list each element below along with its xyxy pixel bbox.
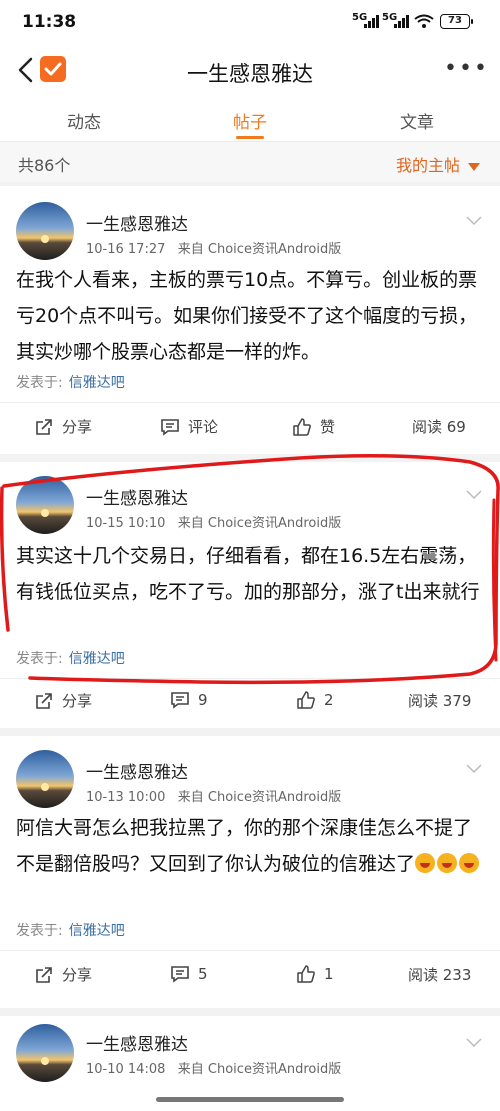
filter-label: 我的主帖	[395, 156, 460, 175]
post-card[interactable]: 一生感恩雅达 10-16 17:27 来自 Choice资讯Android版 在…	[0, 186, 500, 454]
post-date: 10-13 10:00	[86, 790, 166, 805]
comment-button[interactable]: 5	[170, 964, 208, 984]
like-icon	[297, 691, 315, 709]
share-button[interactable]: 分享	[34, 964, 92, 985]
like-button[interactable]: 赞	[292, 416, 335, 437]
triangle-down-icon	[468, 162, 480, 171]
comment-icon	[171, 692, 189, 709]
like-count: 2	[324, 691, 334, 709]
status-bar: 11:38 5G 5G 73	[0, 0, 500, 44]
share-button[interactable]: 分享	[34, 690, 92, 711]
avatar[interactable]	[16, 476, 74, 534]
posted-label: 发表于:	[16, 375, 63, 391]
divider	[0, 402, 500, 403]
username[interactable]: 一生感恩雅达	[86, 758, 188, 783]
like-label: 赞	[320, 418, 336, 436]
read-count-label: 阅读 69	[412, 418, 466, 436]
comment-icon	[161, 418, 179, 436]
divider	[0, 950, 500, 951]
forum-link[interactable]: 信雅达吧	[69, 651, 125, 667]
post-source: 来自 Choice资讯Android版	[177, 516, 342, 531]
nav-bar: 一生感恩雅达 •••	[0, 44, 500, 96]
posted-label: 发表于:	[16, 651, 63, 667]
more-icon[interactable]: •••	[444, 56, 489, 81]
signal-icon	[364, 15, 380, 28]
comment-label: 评论	[188, 418, 219, 436]
like-icon	[297, 965, 315, 983]
post-source: 来自 Choice资讯Android版	[177, 242, 342, 257]
read-count: 阅读 379	[408, 690, 471, 711]
post-card[interactable]: 一生感恩雅达 10-15 10:10 来自 Choice资讯Android版 其…	[0, 462, 500, 728]
posted-label: 发表于:	[16, 923, 63, 939]
chevron-down-icon[interactable]	[466, 764, 482, 774]
battery-indicator: 73	[440, 14, 473, 29]
comment-count: 9	[198, 691, 208, 709]
count-bar: 共86个 我的主帖	[0, 142, 500, 182]
share-label: 分享	[62, 692, 93, 710]
post-card[interactable]: 一生感恩雅达 10-13 10:00 来自 Choice资讯Android版 阿…	[0, 736, 500, 1008]
wifi-icon	[414, 14, 434, 28]
read-count-label: 阅读 379	[408, 692, 472, 710]
divider	[0, 678, 500, 679]
post-text: 阿信大哥怎么把我拉黑了，你的那个深康佳怎么不提了不是翻倍股吗？又回到了你认为破位…	[16, 810, 486, 882]
comment-button[interactable]: 评论	[160, 416, 218, 437]
post-text: 其实这十几个交易日，仔细看看，都在16.5左右震荡，有钱低位买点，吃不了亏。加的…	[16, 545, 480, 603]
share-label: 分享	[62, 966, 93, 984]
forum-link[interactable]: 信雅达吧	[69, 923, 125, 939]
post-meta: 10-10 14:08 来自 Choice资讯Android版	[86, 1058, 341, 1077]
like-icon	[293, 417, 311, 436]
comment-count: 5	[198, 965, 208, 983]
post-count: 共86个	[18, 156, 71, 175]
share-icon	[36, 966, 52, 983]
post-meta: 10-13 10:00 来自 Choice资讯Android版	[86, 786, 341, 805]
laughing-emoji-icon	[415, 853, 481, 875]
read-count: 阅读 233	[408, 964, 471, 985]
filter-dropdown[interactable]: 我的主帖	[396, 152, 480, 176]
chevron-down-icon[interactable]	[466, 1038, 482, 1048]
status-time: 11:38	[22, 12, 77, 32]
active-tab-indicator	[236, 136, 264, 139]
username[interactable]: 一生感恩雅达	[86, 210, 188, 235]
chevron-down-icon[interactable]	[466, 216, 482, 226]
like-count: 1	[324, 965, 334, 983]
share-label: 分享	[62, 418, 93, 436]
post-meta: 10-16 17:27 来自 Choice资讯Android版	[86, 238, 341, 257]
tab-posts[interactable]: 帖子	[233, 108, 267, 133]
like-button[interactable]: 2	[296, 690, 334, 710]
share-button[interactable]: 分享	[34, 416, 92, 437]
forum-link[interactable]: 信雅达吧	[69, 375, 125, 391]
avatar[interactable]	[16, 1024, 74, 1082]
tab-dynamics[interactable]: 动态	[67, 108, 101, 133]
post-text-content: 阿信大哥怎么把我拉黑了，你的那个深康佳怎么不提了不是翻倍股吗？又回到了你认为破位…	[16, 817, 473, 875]
like-button[interactable]: 1	[296, 964, 334, 984]
posted-in: 发表于: 信雅达吧	[16, 372, 125, 392]
tab-articles[interactable]: 文章	[400, 108, 434, 133]
read-count: 阅读 69	[412, 416, 466, 437]
post-date: 10-10 14:08	[86, 1062, 166, 1077]
signal-icon-2	[394, 15, 410, 28]
home-indicator[interactable]	[156, 1097, 344, 1102]
post-text: 在我个人看来，主板的票亏10点。不算亏。创业板的票亏20个点不叫亏。如果你们接受…	[16, 269, 478, 363]
share-icon	[36, 692, 52, 709]
post-source: 来自 Choice资讯Android版	[177, 790, 342, 805]
post-meta: 10-15 10:10 来自 Choice资讯Android版	[86, 512, 341, 531]
share-icon	[36, 418, 52, 435]
post-source: 来自 Choice资讯Android版	[177, 1062, 342, 1077]
avatar[interactable]	[16, 202, 74, 260]
posted-in: 发表于: 信雅达吧	[16, 648, 125, 668]
post-date: 10-16 17:27	[86, 242, 166, 257]
username[interactable]: 一生感恩雅达	[86, 1030, 188, 1055]
chevron-down-icon[interactable]	[466, 490, 482, 500]
comment-icon	[171, 966, 189, 983]
posted-in: 发表于: 信雅达吧	[16, 920, 125, 940]
read-count-label: 阅读 233	[408, 966, 472, 984]
page-title: 一生感恩雅达	[187, 62, 313, 86]
comment-button[interactable]: 9	[170, 690, 208, 710]
tab-bar: 动态 帖子 文章	[0, 96, 500, 142]
avatar[interactable]	[16, 750, 74, 808]
post-date: 10-15 10:10	[86, 516, 166, 531]
username[interactable]: 一生感恩雅达	[86, 484, 188, 509]
